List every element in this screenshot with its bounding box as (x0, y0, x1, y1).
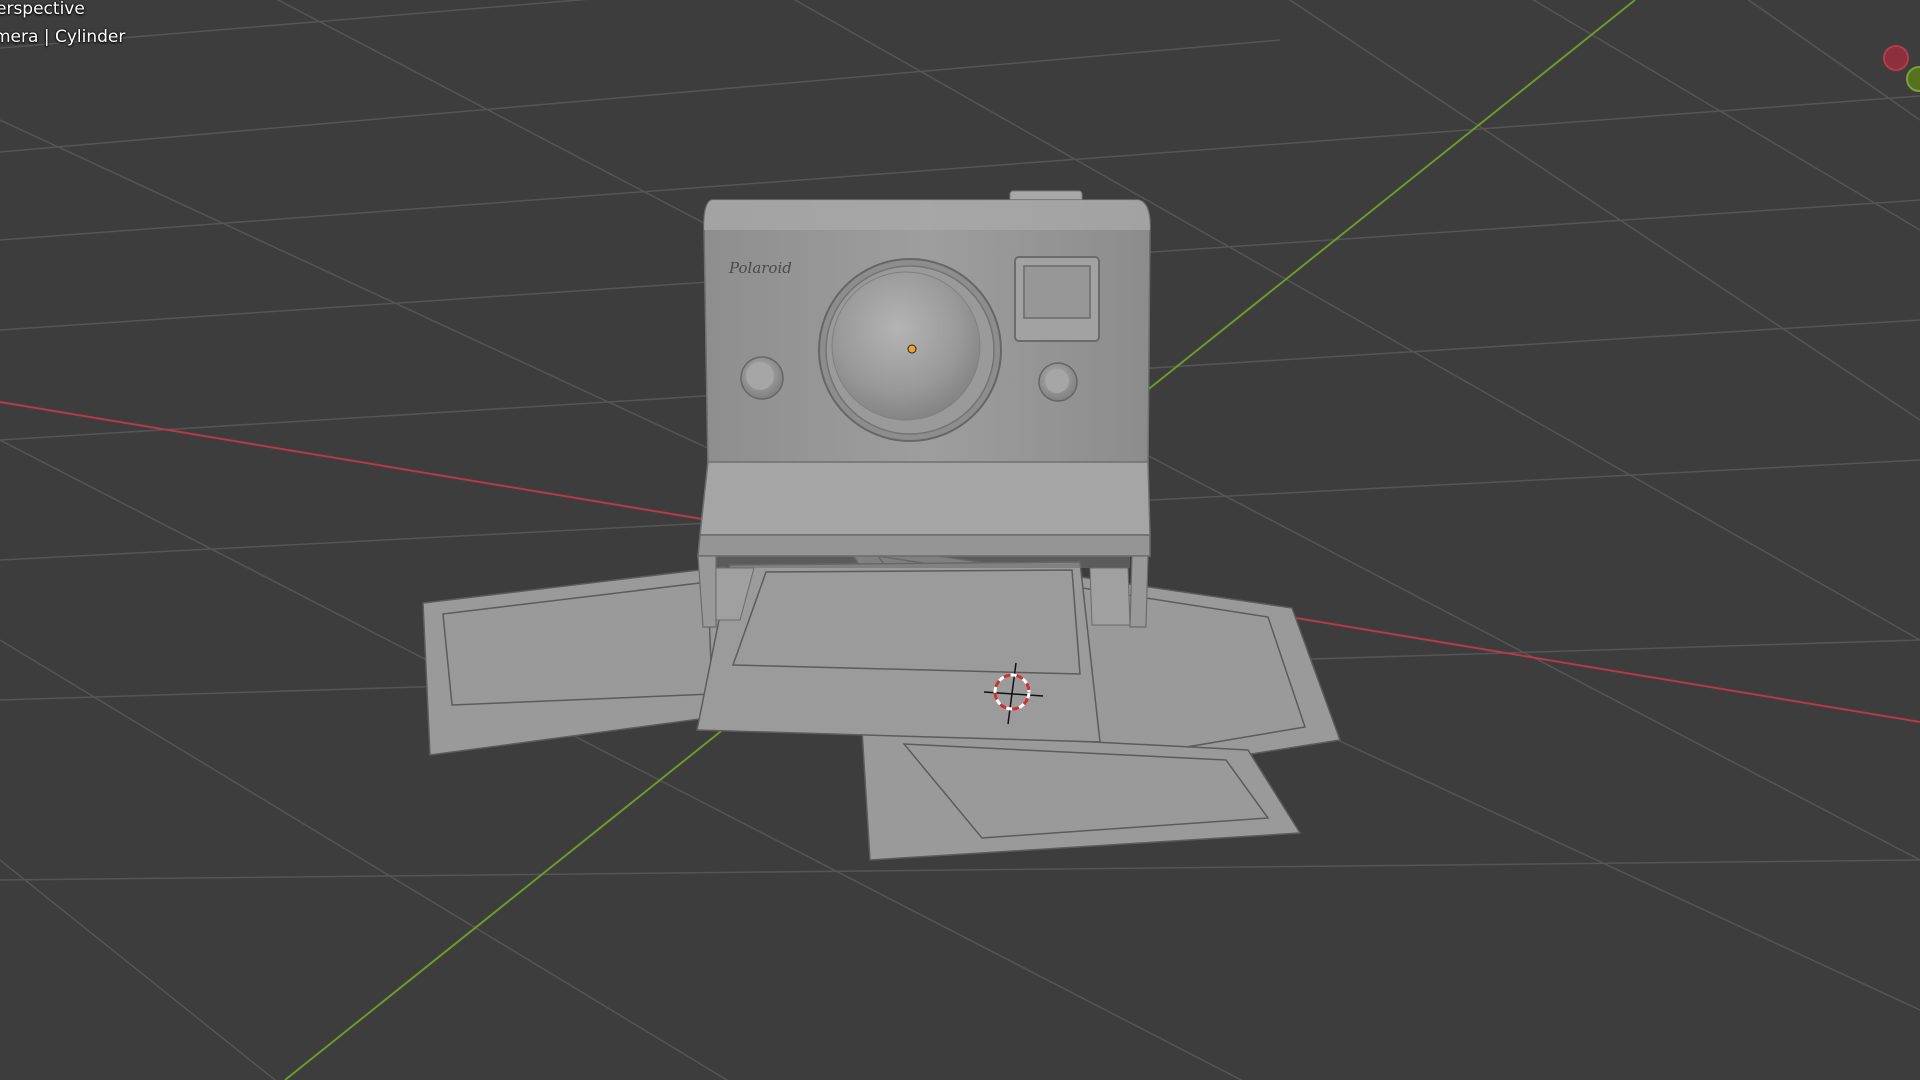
photo-front (696, 561, 1101, 743)
photo-left (422, 566, 731, 756)
camera-model: Polaroid (697, 190, 1151, 628)
view-mode-label: erspective (0, 0, 85, 19)
camera-tray (699, 461, 1151, 536)
photo-prints (422, 540, 1342, 861)
object-origin-icon (907, 344, 917, 354)
brand-logo-text: Polaroid (728, 259, 792, 277)
viewport-scene: Polaroid (0, 0, 1920, 1080)
photo-bottom (861, 729, 1302, 861)
collection-object-label: mera | Cylinder (0, 27, 126, 47)
lens-glass (831, 271, 981, 421)
3d-viewport[interactable]: Polaroid erspective mera | Cylinder (0, 0, 1920, 1080)
gizmo-x-axis-handle[interactable] (1883, 45, 1909, 71)
